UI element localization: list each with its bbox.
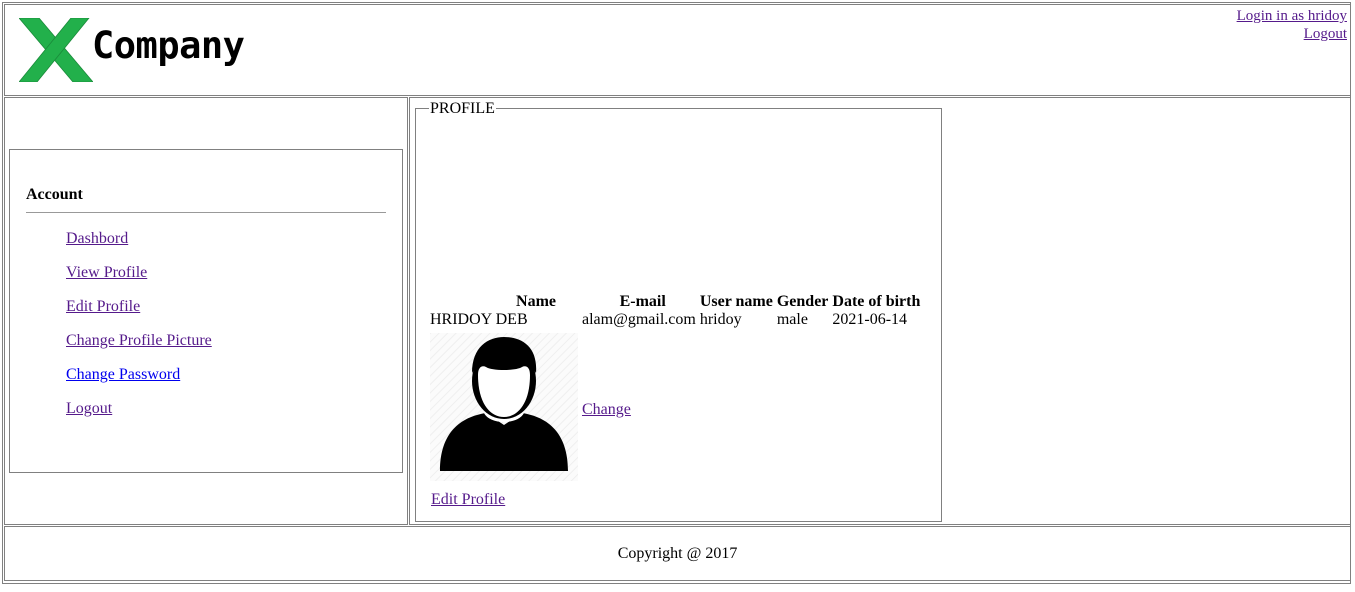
cell-name: HRIDOY DEB (430, 311, 528, 328)
sidebar-item-logout[interactable]: Logout (66, 400, 112, 417)
cell-dob: 2021-06-14 (832, 311, 908, 328)
sidebar-item-dashboard[interactable]: Dashbord (66, 230, 128, 247)
profile-fieldset: PROFILE Name E-mail User name Gender Dat… (415, 100, 942, 522)
footer: Copyright @ 2017 (4, 526, 1351, 581)
profile-table: Name E-mail User name Gender Date of bir… (428, 289, 922, 486)
cell-username: hridoy (699, 311, 742, 328)
account-menu: Dashbord View Profile Edit Profile Chang… (66, 230, 212, 434)
login-status-link[interactable]: Login in as hridoy (1237, 8, 1347, 24)
col-gender-header: Gender (776, 293, 829, 310)
sidebar-item-change-password[interactable]: Change Password (66, 366, 180, 383)
header: Company Login in as hridoy Logout (4, 4, 1351, 96)
x-logo-icon (19, 18, 93, 82)
avatar-row: Change (428, 333, 922, 486)
sidebar-item-change-profile-picture[interactable]: Change Profile Picture (66, 332, 212, 349)
sidebar-item-edit-profile[interactable]: Edit Profile (66, 298, 140, 315)
profile-legend: PROFILE (429, 100, 496, 118)
change-cell: Change (580, 333, 698, 486)
account-panel: Account Dashbord View Profile Edit Profi… (9, 149, 403, 473)
user-links: Login in as hridoy Logout (1237, 7, 1347, 43)
copyright-text: Copyright @ 2017 (617, 545, 738, 562)
cell-email: alam@gmail.com (582, 311, 696, 328)
col-email-header: E-mail (619, 293, 666, 310)
sidebar-item-view-profile[interactable]: View Profile (66, 264, 147, 281)
user-avatar-icon (430, 333, 578, 481)
table-header-row: Name E-mail User name Gender Date of bir… (428, 289, 922, 311)
account-divider (26, 212, 386, 213)
cell-gender: male (776, 311, 808, 328)
main-content: PROFILE Name E-mail User name Gender Dat… (409, 97, 1351, 525)
table-row: HRIDOY DEB alam@gmail.com hridoy male 20… (428, 311, 922, 333)
brand-name: Company (92, 24, 245, 67)
avatar-cell (428, 333, 580, 486)
edit-profile-link[interactable]: Edit Profile (431, 491, 505, 509)
account-title: Account (26, 186, 83, 203)
col-username-header: User name (699, 293, 773, 310)
col-dob-header: Date of birth (832, 293, 921, 310)
header-logout-link[interactable]: Logout (1304, 26, 1347, 42)
sidebar: Account Dashbord View Profile Edit Profi… (4, 97, 408, 525)
change-picture-link[interactable]: Change (582, 401, 631, 418)
col-name-header: Name (516, 293, 556, 310)
